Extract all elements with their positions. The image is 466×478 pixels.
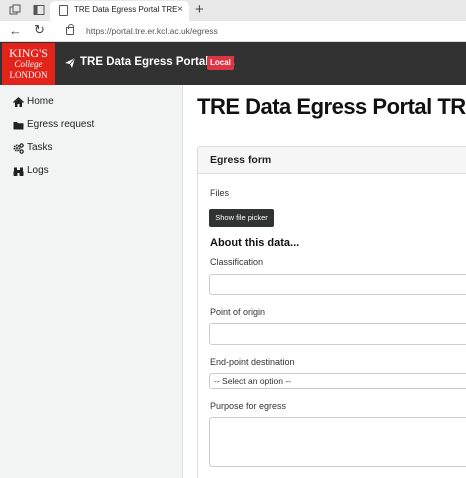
- cogs-icon: [13, 143, 24, 154]
- show-file-picker-button[interactable]: Show file picker: [209, 209, 274, 227]
- card-header: Egress form: [198, 147, 466, 174]
- close-tab-icon[interactable]: ×: [177, 4, 183, 15]
- browser-tab-active[interactable]: TRE Data Egress Portal TRE ×: [50, 1, 189, 21]
- sidebar-item-home[interactable]: Home: [13, 95, 173, 111]
- home-icon: [13, 97, 24, 107]
- kings-college-london-logo[interactable]: KING'S College LONDON: [2, 43, 55, 85]
- sidebar-item-label: Logs: [27, 165, 49, 176]
- sidebar-item-label: Egress request: [27, 119, 95, 130]
- purpose-textarea[interactable]: [209, 417, 466, 467]
- tab-actions-icon[interactable]: [33, 4, 45, 16]
- app-navbar: KING'S College LONDON TRE Data Egress Po…: [0, 42, 466, 85]
- url-field[interactable]: https://portal.tre.er.kcl.ac.uk/egress: [86, 26, 218, 36]
- point-of-origin-label: Point of origin: [210, 307, 266, 317]
- paper-plane-icon: [65, 57, 76, 68]
- logo-line-3: LONDON: [9, 70, 48, 80]
- browser-address-bar: ← ↻ https://portal.tre.er.kcl.ac.uk/egre…: [0, 21, 466, 42]
- lock-icon[interactable]: [66, 24, 74, 35]
- binoculars-icon: [13, 167, 24, 176]
- page-title: TRE Data Egress Portal TRE: [197, 94, 466, 119]
- tab-title: TRE Data Egress Portal TRE: [74, 5, 178, 14]
- back-arrow-icon[interactable]: ←: [9, 23, 22, 38]
- purpose-label: Purpose for egress: [210, 401, 287, 411]
- classification-field[interactable]: [209, 274, 466, 295]
- sidebar-item-egress-request[interactable]: Egress request: [13, 118, 173, 134]
- logo-line-1: KING'S: [9, 46, 48, 60]
- files-label: Files: [210, 188, 230, 198]
- point-of-origin-field[interactable]: [209, 323, 466, 345]
- sidebar-item-label: Tasks: [27, 142, 53, 153]
- environment-badge: Local: [207, 56, 234, 70]
- sidebar-item-tasks[interactable]: Tasks: [13, 141, 173, 157]
- page-icon: [59, 5, 68, 16]
- destination-label: End-point destination: [210, 357, 295, 367]
- sidebar-item-label: Home: [27, 96, 54, 107]
- logo-line-2: College: [14, 59, 43, 69]
- reload-icon[interactable]: ↻: [34, 22, 45, 38]
- destination-select[interactable]: -- Select an option --: [209, 373, 466, 389]
- form-title: Egress form: [210, 154, 272, 166]
- about-data-heading: About this data...: [210, 237, 300, 249]
- new-tab-icon[interactable]: +: [195, 1, 204, 19]
- workspaces-icon[interactable]: [9, 4, 21, 16]
- classification-label: Classification: [210, 257, 264, 267]
- browser-tab-bar: TRE Data Egress Portal TRE × +: [0, 0, 466, 21]
- folder-icon: [13, 122, 24, 130]
- sidebar-item-logs[interactable]: Logs: [13, 164, 173, 180]
